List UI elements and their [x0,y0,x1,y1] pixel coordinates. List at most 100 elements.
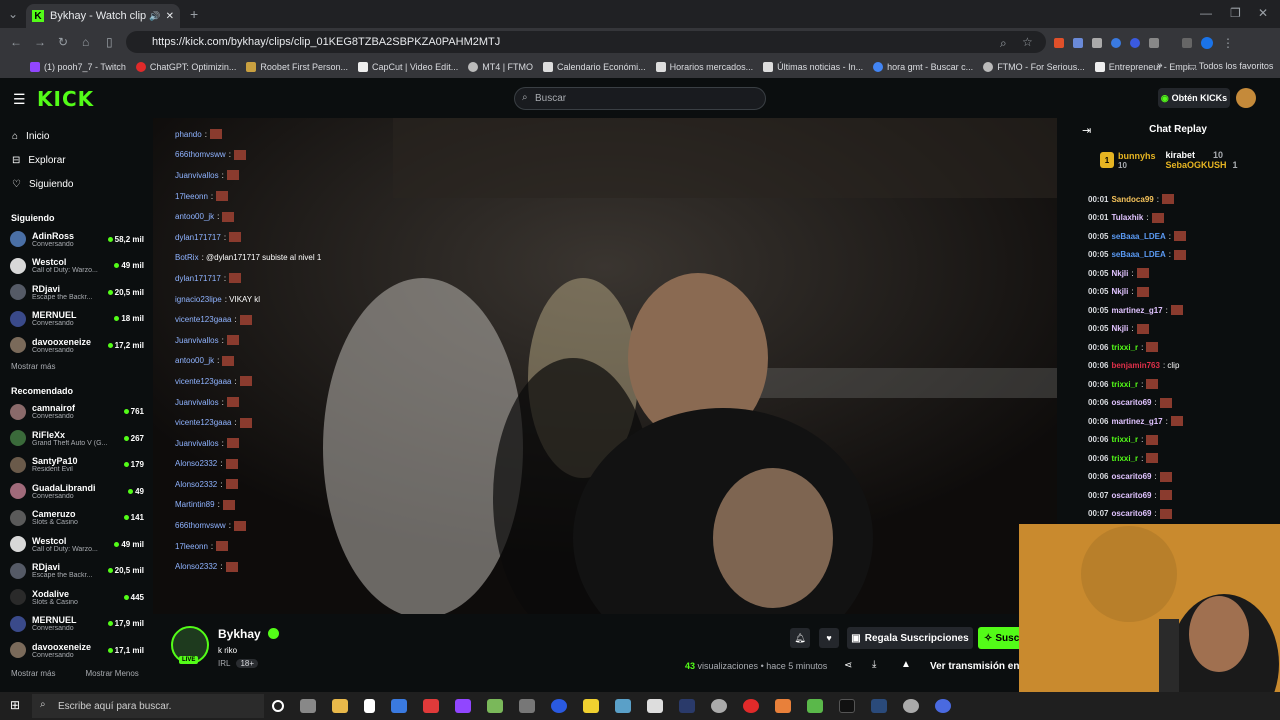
bookmark-item[interactable]: ChatGPT: Optimizin... [135,62,236,72]
tiktok-icon[interactable] [839,699,855,713]
cortana-icon[interactable] [272,700,284,712]
opera-icon[interactable] [743,699,759,713]
close-window-icon[interactable]: ✕ [1258,6,1268,20]
extension-icon[interactable] [1092,38,1102,48]
app-icon[interactable] [679,699,695,713]
tab-audio-icon[interactable]: 🔊 [149,11,160,22]
chat-username[interactable]: trixxi_r [1111,435,1138,444]
show-more-link[interactable]: Mostrar más [0,359,152,375]
hamburger-menu-icon[interactable]: ☰ [13,91,26,108]
task-view-icon[interactable] [300,699,316,713]
bookmark-item[interactable]: Calendario Económi... [543,62,646,72]
zoom-app-icon[interactable] [551,699,567,713]
bookmark-item[interactable]: Entrepreneur - Empi... [1094,62,1197,72]
bookmark-star-icon[interactable]: ☆ [1022,35,1033,49]
show-less-link[interactable]: Mostrar Menos [85,669,138,678]
windows-start-icon[interactable]: ⊞ [10,698,20,712]
sidebar-channel[interactable]: SantyPa10 Resident Evil 179 [0,452,152,479]
all-bookmarks-folder[interactable]: ▭ Todos los favoritos [1188,61,1273,72]
forward-icon[interactable]: → [34,35,46,49]
chat-username[interactable]: martinez_g17 [1111,417,1162,426]
nav-explore[interactable]: ⊟ Explorar [0,148,152,172]
subscribe-button[interactable]: ✧ Susc [978,627,1022,649]
chrome-icon[interactable] [935,699,951,713]
settings-icon[interactable] [711,699,727,713]
sidebar-channel[interactable]: davooxeneize Conversando 17,1 mil [0,637,152,664]
report-icon[interactable]: ▲ [901,659,911,670]
channel-name[interactable]: Bykhay [218,627,261,641]
chat-username[interactable]: seBaaa_LDEA [1111,250,1165,259]
chat-username[interactable]: oscarito69 [1111,491,1151,500]
kick-logo[interactable]: KICK [37,87,94,111]
bookmark-item[interactable]: CapCut | Video Edit... [357,62,458,72]
extension-icon[interactable] [1073,38,1083,48]
chat-username[interactable]: Nkjli [1111,287,1128,296]
app-icon[interactable] [487,699,503,713]
notepad-icon[interactable] [364,699,375,713]
sidebar-channel[interactable]: RiFleXx Grand Theft Auto V (G... 267 [0,425,152,452]
chat-username[interactable]: Sandoca99 [1111,195,1153,204]
nav-following[interactable]: ♡ Siguiendo [0,172,152,196]
taskbar-search-input[interactable]: ⌕ Escribe aquí para buscar. [32,694,264,718]
chat-username[interactable]: seBaaa_LDEA [1111,232,1165,241]
chat-username[interactable]: Tulaxhik [1111,213,1143,222]
zoom-icon[interactable]: ⌕ [1000,36,1007,51]
browser-tab[interactable]: K Bykhay - Watch clips on Kic 🔊 ✕ [26,4,180,28]
download-icon[interactable]: ⤓ [872,659,876,670]
sidebar-channel[interactable]: RDjavi Escape the Backr... 20,5 mil [0,558,152,585]
minimize-icon[interactable]: — [1200,6,1212,20]
chat-username[interactable]: martinez_g17 [1111,306,1162,315]
chat-username[interactable]: trixxi_r [1111,380,1138,389]
get-kicks-button[interactable]: ◉ Obtén KICKs [1158,88,1230,108]
search-input[interactable]: ⌕ Buscar [514,87,766,110]
new-tab-icon[interactable]: + [190,6,198,22]
profile-icon[interactable] [1201,37,1213,49]
extension-icon[interactable] [1130,38,1140,48]
chat-username[interactable]: trixxi_r [1111,343,1138,352]
gift-subs-button[interactable]: ▣ Regala Suscripciones [847,627,973,649]
sidebar-channel[interactable]: camnairof Conversando 761 [0,399,152,426]
chat-username[interactable]: oscarito69 [1111,509,1151,518]
bookmark-item[interactable]: (1) pooh7_7 - Twitch [30,62,126,72]
sidebar-channel[interactable]: MERNUEL Conversando 18 mil [0,306,152,333]
bookmark-item[interactable]: Últimas noticias - In... [763,62,863,72]
capcut-icon[interactable] [647,699,663,713]
twitch-icon[interactable] [455,699,471,713]
chat-username[interactable]: Nkjli [1111,324,1128,333]
sticky-notes-icon[interactable] [583,699,599,713]
app-icon[interactable] [423,699,439,713]
show-more-link[interactable]: Mostrar más [11,669,55,678]
chat-username[interactable]: trixxi_r [1111,454,1138,463]
bookmark-item[interactable]: Roobet First Person... [246,62,348,72]
minecraft-icon[interactable] [807,699,823,713]
app-icon[interactable] [903,699,919,713]
category-link[interactable]: IRL [218,659,230,668]
menu-kebab-icon[interactable]: ⋮ [1222,36,1234,50]
sidepanel-icon[interactable]: ▯ [106,35,113,49]
sidebar-channel[interactable]: Cameruzo Slots & Casino 141 [0,505,152,532]
tab-list-icon[interactable]: ⌄ [8,7,18,21]
chat-username[interactable]: oscarito69 [1111,472,1151,481]
chat-username[interactable]: oscarito69 [1111,398,1151,407]
tab-close-icon[interactable]: ✕ [166,11,174,22]
url-field[interactable]: https://kick.com/bykhay/clips/clip_01KEG… [126,31,1046,53]
steam-icon[interactable] [871,699,887,713]
bookmark-item[interactable]: Horarios mercados... [655,62,753,72]
extension-icon[interactable] [1111,38,1121,48]
more-bookmarks-icon[interactable]: » [1157,60,1163,71]
sidebar-channel[interactable]: Xodalive Slots & Casino 445 [0,584,152,611]
extension-icon[interactable] [1054,38,1064,48]
nav-home[interactable]: ⌂ Inicio [0,124,152,148]
follow-heart-button[interactable]: ♥ [819,628,839,648]
puzzle-icon[interactable] [1149,38,1159,48]
watch-stream-button[interactable]: Ver transmisión en [930,661,1019,672]
sidebar-channel[interactable]: Westcol Call of Duty: Warzo... 49 mil [0,531,152,558]
home-icon[interactable]: ⌂ [82,35,89,49]
sidebar-channel[interactable]: AdinRoss Conversando 58,2 mil [0,226,152,253]
app-icon[interactable] [519,699,535,713]
user-avatar[interactable] [1236,88,1256,108]
reload-icon[interactable]: ↻ [58,35,68,49]
notification-bell-button[interactable]: 🔔︎ [790,628,810,648]
edge-icon[interactable] [391,699,407,713]
sidebar-channel[interactable]: GuadaLibrandi Conversando 49 [0,478,152,505]
